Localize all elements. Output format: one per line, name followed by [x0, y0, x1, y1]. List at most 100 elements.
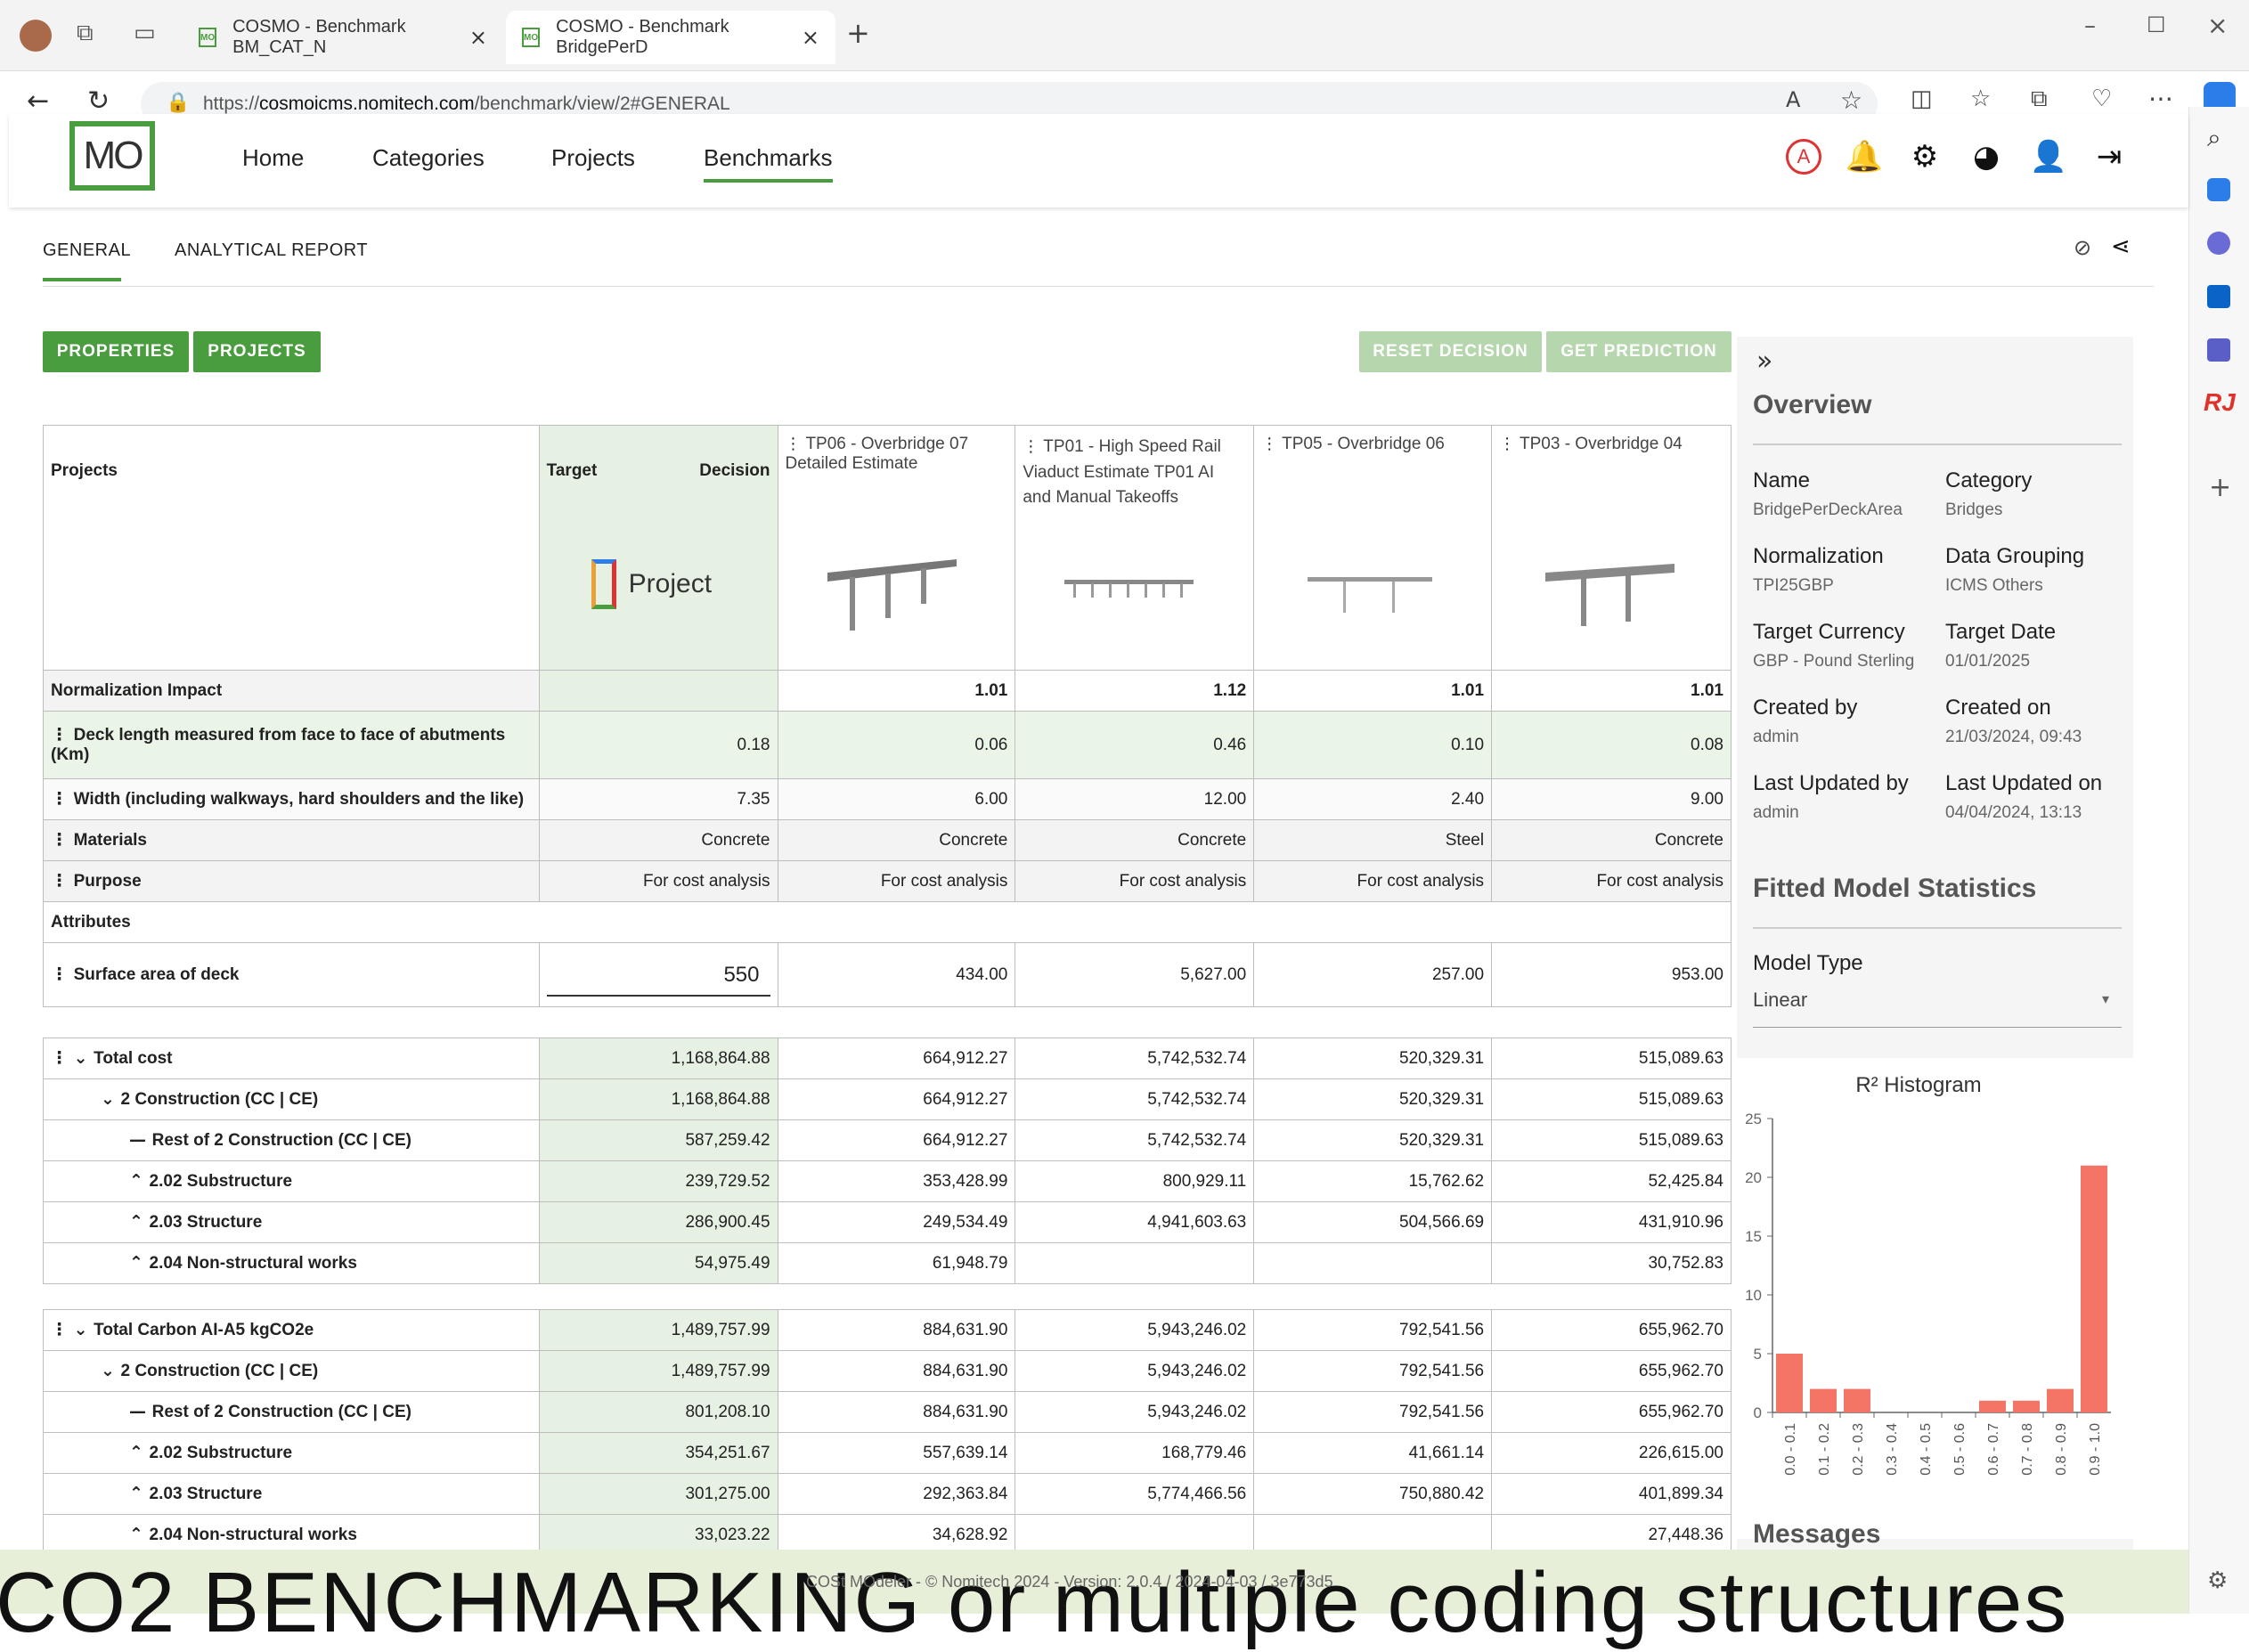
- favorites-icon[interactable]: ☆: [1970, 85, 1991, 112]
- tab-general-underline: [43, 278, 121, 281]
- extensions-icon[interactable]: ♡: [2091, 85, 2112, 112]
- menu-dots-icon[interactable]: ⋮: [51, 871, 74, 891]
- menu-dots-icon[interactable]: ⋮: [1499, 435, 1515, 453]
- model-type-select[interactable]: Linear ▾: [1753, 989, 2122, 1028]
- x-tick-label: 0.6 - 0.7: [1986, 1423, 2001, 1476]
- menu-dots-icon[interactable]: ⋮: [51, 725, 74, 745]
- y-tick-label: 10: [1745, 1287, 1762, 1304]
- tab-general[interactable]: GENERAL: [43, 240, 131, 261]
- menu-dots-icon[interactable]: ⋮: [51, 830, 74, 850]
- project-col-3: ⋮ TP05 - Overbridge 06: [1253, 425, 1493, 671]
- projects-button[interactable]: PROJECTS: [193, 331, 321, 372]
- x-tick-label: 0.4 - 0.5: [1919, 1423, 1934, 1476]
- chevron-up-icon[interactable]: ⌃: [129, 1212, 150, 1232]
- table-row: ⋮ Deck length measured from face to face…: [43, 711, 1732, 779]
- histogram-bar: [1776, 1354, 1803, 1412]
- maximize-icon[interactable]: ☐: [2147, 12, 2166, 37]
- table-row: ⋮ Surface area of deck 550 434.00 5,627.…: [43, 942, 1732, 1007]
- bell-icon[interactable]: 🔔: [1846, 139, 1883, 175]
- shopping-icon[interactable]: [2207, 178, 2230, 201]
- dropdown-arrow-icon: ▾: [2101, 990, 2109, 1007]
- chevron-up-icon[interactable]: ⌃: [129, 1253, 150, 1273]
- read-aloud-icon[interactable]: A: [1786, 87, 1800, 112]
- project-placeholder-image: Project: [591, 559, 712, 609]
- x-tick-label: 0.8 - 0.9: [2054, 1423, 2069, 1476]
- nav-projects[interactable]: Projects: [551, 144, 635, 172]
- add-sidebar-icon[interactable]: +: [2209, 472, 2231, 503]
- browser-tab-1[interactable]: MO COSMO - Benchmark BM_CAT_N ×: [183, 11, 503, 64]
- outlook-icon[interactable]: [2207, 285, 2230, 308]
- logout-icon[interactable]: ⇥: [2091, 139, 2127, 175]
- menu-dots-icon[interactable]: ⋮: [1261, 435, 1277, 453]
- chevron-up-icon[interactable]: ⌃: [129, 1484, 150, 1503]
- menu-dots-icon[interactable]: ⋮: [1023, 437, 1039, 456]
- palette-icon[interactable]: ◕: [1968, 139, 2004, 175]
- collapse-panel-icon[interactable]: »: [1756, 346, 1772, 377]
- properties-button[interactable]: PROPERTIES: [43, 331, 189, 372]
- decision-header: Decision: [699, 461, 770, 480]
- workspaces-icon[interactable]: ⧉: [77, 20, 94, 47]
- chart-title: R² Histogram: [1855, 1073, 1981, 1097]
- menu-dots-icon[interactable]: ⋮: [786, 435, 802, 453]
- browser-tab-2[interactable]: MO COSMO - Benchmark BridgePerD ×: [506, 11, 835, 64]
- table-row: ⌃ 2.02 Substructure 354,251.67 557,639.14 1…: [43, 1432, 1732, 1474]
- nav-categories[interactable]: Categories: [372, 144, 485, 172]
- chevron-down-icon[interactable]: ⌄: [74, 1320, 94, 1339]
- chevron-down-icon[interactable]: ⌄: [101, 1361, 121, 1380]
- menu-dots-icon[interactable]: ⋮: [51, 1320, 74, 1339]
- chevron-down-icon[interactable]: ⌄: [74, 1048, 94, 1068]
- nav-benchmarks[interactable]: Benchmarks: [704, 144, 833, 183]
- chevron-up-icon[interactable]: ⌃: [129, 1171, 150, 1191]
- overview-title: Overview: [1753, 390, 1872, 419]
- profile-avatar[interactable]: [20, 20, 52, 52]
- gear-icon[interactable]: ⚙: [1907, 139, 1943, 175]
- close-tab-icon[interactable]: ×: [469, 25, 487, 50]
- app-header: MO Home Categories Projects Benchmarks A…: [9, 114, 2188, 208]
- project-col-4: ⋮ TP03 - Overbridge 04: [1491, 425, 1732, 671]
- teams-icon[interactable]: [2207, 338, 2230, 362]
- new-tab-icon[interactable]: +: [846, 16, 870, 50]
- table-row: ⌄ 2 Construction (CC | CE) 1,168,864.88 66…: [43, 1078, 1732, 1120]
- chevron-up-icon[interactable]: ⌃: [129, 1443, 150, 1462]
- nav-home[interactable]: Home: [242, 144, 304, 172]
- surface-area-input[interactable]: 550: [546, 953, 770, 997]
- logo[interactable]: MO: [69, 121, 155, 191]
- close-tab-icon[interactable]: ×: [802, 25, 819, 50]
- close-window-icon[interactable]: ×: [2207, 11, 2228, 40]
- back-icon[interactable]: ←: [27, 85, 49, 117]
- edge-sidebar: ⌕ RJ + ⚙: [2188, 107, 2249, 1614]
- y-tick-label: 15: [1745, 1228, 1762, 1245]
- table-row: ⋮ Materials Concrete Concrete Concrete S…: [43, 819, 1732, 861]
- menu-dots-icon[interactable]: ⋮: [51, 789, 74, 809]
- person-icon[interactable]: 👤: [2030, 139, 2067, 175]
- sidebar-settings-icon[interactable]: ⚙: [2207, 1567, 2228, 1594]
- table-row: ⋮ ⌄ Total cost 1,168,864.88 664,912.27 5,74…: [43, 1038, 1732, 1079]
- favorite-icon[interactable]: ☆: [1840, 85, 1862, 115]
- menu-dots-icon[interactable]: ⋮: [51, 1048, 74, 1068]
- m365-icon[interactable]: [2207, 232, 2230, 255]
- collections-icon[interactable]: ⧉: [2031, 85, 2048, 113]
- no-sync-icon[interactable]: ⊘: [2074, 235, 2091, 260]
- get-prediction-button[interactable]: GET PREDICTION: [1546, 331, 1732, 372]
- x-tick-label: 0.0 - 0.1: [1783, 1423, 1798, 1476]
- reset-decision-button[interactable]: RESET DECISION: [1359, 331, 1542, 372]
- field-category: Category Bridges: [1945, 468, 2033, 519]
- divider: [1753, 444, 2122, 445]
- chevron-up-icon[interactable]: ⌃: [129, 1525, 150, 1544]
- tab-analytical-report[interactable]: ANALYTICAL REPORT: [175, 240, 368, 261]
- table-row: ⌄ 2 Construction (CC | CE) 1,489,757.99 88…: [43, 1350, 1732, 1392]
- more-icon[interactable]: ⋯: [2148, 84, 2173, 113]
- search-icon[interactable]: ⌕: [2207, 123, 2221, 153]
- share-icon[interactable]: ⋖: [2111, 233, 2131, 260]
- refresh-icon[interactable]: ↻: [87, 85, 110, 117]
- histogram-bar: [2081, 1165, 2107, 1412]
- menu-dots-icon[interactable]: ⋮: [51, 964, 74, 984]
- user-avatar-icon[interactable]: A: [1786, 139, 1821, 175]
- chevron-down-icon[interactable]: ⌄: [101, 1089, 121, 1109]
- tab-actions-icon[interactable]: ▭: [134, 20, 156, 46]
- split-screen-icon[interactable]: ◫: [1911, 85, 1933, 112]
- bridge-image: [1308, 577, 1433, 613]
- x-tick-label: 0.9 - 1.0: [2088, 1423, 2103, 1476]
- minimize-icon[interactable]: –: [2084, 12, 2096, 39]
- rj-icon[interactable]: RJ: [2204, 388, 2236, 417]
